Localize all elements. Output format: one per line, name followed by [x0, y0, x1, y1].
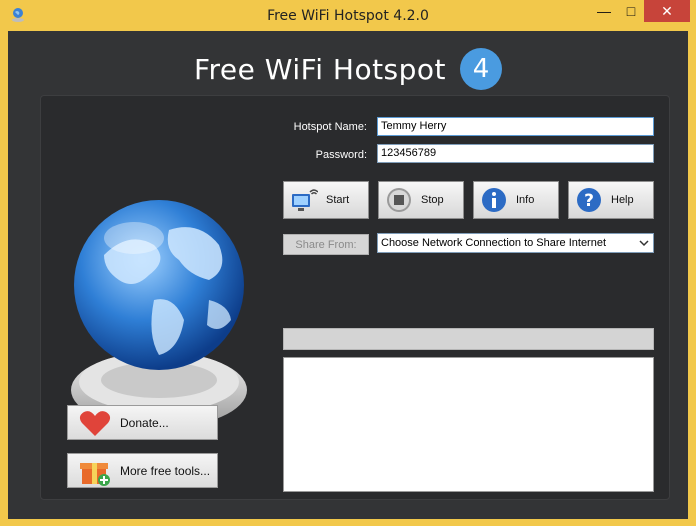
status-progress-bar	[283, 328, 654, 350]
stop-label: Stop	[421, 194, 444, 206]
start-label: Start	[326, 194, 350, 206]
title-bar[interactable]: Free WiFi Hotspot 4.2.0 — □ ✕	[0, 0, 696, 31]
svg-text:?: ?	[584, 191, 594, 211]
stop-button[interactable]: Stop	[378, 181, 464, 219]
log-output-area[interactable]	[283, 357, 654, 492]
more-tools-label: More free tools...	[120, 463, 211, 478]
donate-label: Donate...	[120, 415, 169, 430]
info-button[interactable]: Info	[473, 181, 559, 219]
version-badge: 4	[460, 48, 503, 90]
info-icon	[482, 188, 506, 212]
hotspot-name-field[interactable]: Temmy Herry	[377, 117, 654, 136]
content-panel: Donate... More free tools... Hotspot Nam…	[40, 95, 670, 500]
minimize-button[interactable]: —	[590, 0, 618, 22]
donate-button[interactable]: Donate...	[67, 405, 218, 440]
network-connection-value: Choose Network Connection to Share Inter…	[381, 237, 607, 249]
app-logo: Free WiFi Hotspot 4	[8, 48, 688, 90]
info-label: Info	[516, 194, 535, 206]
monitor-wifi-icon	[292, 189, 318, 211]
close-button[interactable]: ✕	[644, 0, 690, 22]
logo-text: Free WiFi Hotspot	[193, 52, 447, 86]
gift-icon	[80, 462, 110, 486]
password-field[interactable]: 123456789	[377, 144, 654, 163]
dropdown-caret-icon[interactable]	[637, 236, 651, 250]
network-connection-select[interactable]: Choose Network Connection to Share Inter…	[377, 233, 654, 253]
globe-icon	[71, 200, 247, 428]
heart-icon	[79, 410, 111, 436]
hotspot-name-label: Hotspot Name:	[293, 121, 367, 133]
app-window: Free WiFi Hotspot 4.2.0 — □ ✕ Free WiFi …	[0, 0, 696, 526]
stop-icon	[387, 188, 411, 212]
main-client-area: Free WiFi Hotspot 4 Donate... More free …	[8, 31, 688, 519]
help-icon: ?	[577, 188, 601, 212]
password-label: Password:	[315, 149, 367, 161]
help-button[interactable]: ? Help	[568, 181, 654, 219]
maximize-button[interactable]: □	[618, 0, 644, 22]
help-label: Help	[611, 194, 634, 206]
share-from-button[interactable]: Share From:	[283, 234, 369, 255]
more-tools-button[interactable]: More free tools...	[67, 453, 218, 488]
start-button[interactable]: Start	[283, 181, 369, 219]
